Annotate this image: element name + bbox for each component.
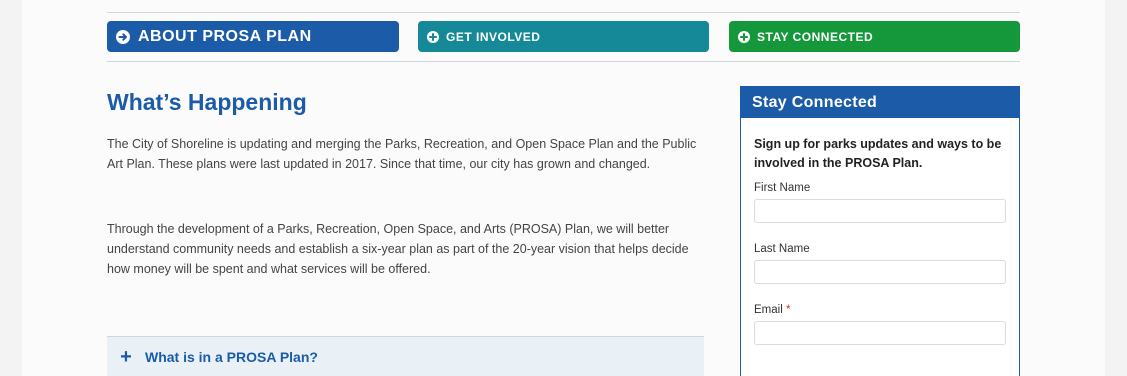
arrow-right-circle-icon [116,29,130,44]
tab-label: STAY CONNECTED [757,29,874,44]
top-divider [107,12,1020,13]
tab-label: ABOUT PROSA PLAN [138,27,312,45]
intro-paragraph: The City of Shoreline is updating and me… [107,137,697,171]
last-name-field[interactable] [754,260,1006,284]
stay-connected-form: Stay Connected Sign up for parks updates… [740,86,1020,376]
body-paragraph: Through the development of a Parks, Recr… [107,222,689,276]
required-mark: * [785,304,791,316]
accordion-what-is-prosa-plan[interactable]: + What is in a PROSA Plan? [107,336,704,376]
plus-circle-icon [738,30,750,43]
plus-circle-icon [427,30,439,43]
first-name-field[interactable] [754,199,1006,223]
tab-get-involved[interactable]: GET INVOLVED [418,21,709,52]
tab-label: GET INVOLVED [446,29,541,44]
plus-icon: + [120,345,132,368]
form-title: Stay Connected [741,87,1019,118]
tab-about-prosa-plan[interactable]: ABOUT PROSA PLAN [107,21,399,52]
email-label-text: Email [754,304,783,316]
tab-stay-connected[interactable]: STAY CONNECTED [729,21,1020,52]
tabs-divider [107,61,1020,62]
page: ABOUT PROSA PLAN GET INVOLVED STAY CONNE… [0,0,1127,376]
last-name-label: Last Name [754,243,810,255]
email-label: Email * [754,304,1006,316]
page-heading: What’s Happening [107,89,307,115]
first-name-label: First Name [754,182,811,194]
accordion-label: What is in a PROSA Plan? [145,348,318,365]
form-intro: Sign up for parks updates and ways to be… [754,137,1002,170]
email-field[interactable] [754,321,1006,345]
